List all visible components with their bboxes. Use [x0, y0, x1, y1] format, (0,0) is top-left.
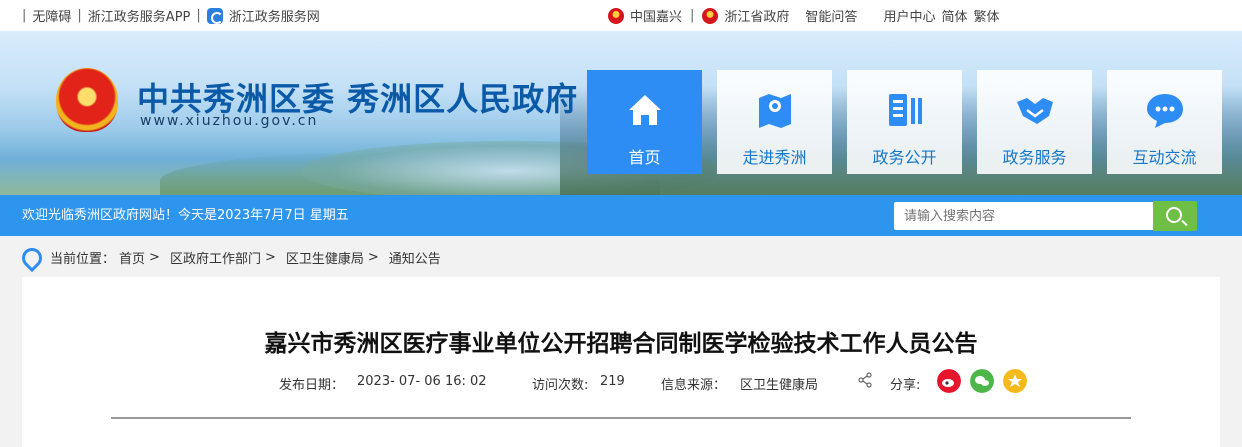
site-header: 中共秀洲区委 秀洲区人民政府 www.xiuzhou.gov.cn 首页 走进秀… — [0, 31, 1242, 195]
handshake-icon — [1017, 98, 1053, 124]
breadcrumb: 当前位置： 首页 > 区政府工作部门 > 区卫生健康局 > 通知公告 — [22, 244, 441, 270]
zj-gov-link[interactable]: 浙江省政府 — [724, 6, 789, 25]
article-title: 嘉兴市秀洲区医疗事业单位公开招聘合同制医学检验技术工作人员公告 — [264, 331, 978, 357]
map-icon — [759, 94, 791, 128]
breadcrumb-label: 当前位置： — [50, 251, 116, 267]
smart-qa-link[interactable]: 智能问答 — [805, 6, 857, 25]
search-input[interactable] — [894, 202, 1154, 230]
info-source: 区卫生健康局 — [740, 378, 819, 393]
divider: | — [77, 8, 82, 23]
search-icon — [1166, 207, 1182, 223]
qzone-icon[interactable] — [1003, 369, 1027, 393]
breadcrumb-health-bureau[interactable]: 区卫生健康局 — [286, 248, 364, 267]
visit-count: 219 — [600, 374, 625, 389]
share-icon[interactable] — [857, 372, 873, 388]
simplified-link[interactable]: 简体 — [941, 6, 967, 25]
nav-label: 首页 — [628, 148, 661, 167]
document-icon — [889, 94, 922, 126]
zj-app-link[interactable]: 浙江政务服务APP — [88, 6, 191, 25]
publish-date-label: 发布日期： — [279, 378, 345, 393]
user-center-link[interactable]: 用户中心 — [883, 6, 935, 25]
top-bar: | 无障碍 | 浙江政务服务APP | 浙江政务服务网 中国嘉兴 | 浙江省政府… — [0, 0, 1242, 31]
divider-line — [111, 417, 1131, 419]
share-label: 分享: — [890, 378, 921, 393]
chat-icon — [1147, 94, 1183, 128]
nav-gov-affairs-open[interactable]: 政务公开 — [847, 70, 962, 174]
nav-interaction[interactable]: 互动交流 — [1107, 70, 1222, 174]
welcome-text: 欢迎光临秀洲区政府网站！今天是2023年7月7日 星期五 — [22, 208, 349, 223]
article-card: 嘉兴市秀洲区医疗事业单位公开招聘合同制医学检验技术工作人员公告 发布日期： 20… — [22, 277, 1220, 447]
breadcrumb-notices[interactable]: 通知公告 — [389, 248, 441, 267]
top-bar-right: 中国嘉兴 | 浙江省政府 智能问答 用户中心 简体 繁体 — [608, 0, 999, 31]
wechat-icon[interactable] — [970, 369, 994, 393]
divider: | — [690, 8, 695, 23]
traditional-link[interactable]: 繁体 — [973, 6, 999, 25]
nav-label: 走进秀洲 — [742, 148, 807, 167]
search-button[interactable] — [1153, 201, 1197, 231]
publish-date: 2023- 07- 06 16: 02 — [357, 374, 487, 389]
divider: | — [196, 8, 201, 23]
welcome-bar: 欢迎光临秀洲区政府网站！今天是2023年7月7日 星期五 — [0, 195, 1242, 236]
accessibility-link[interactable]: 无障碍 — [32, 6, 71, 25]
breadcrumb-separator: > — [264, 249, 276, 265]
breadcrumb-separator: > — [367, 249, 379, 265]
zj-service-web-link[interactable]: 浙江政务服务网 — [229, 6, 320, 25]
nav-gov-services[interactable]: 政务服务 — [977, 70, 1092, 174]
nav-about-xiuzhou[interactable]: 走进秀洲 — [717, 70, 832, 174]
site-url: www.xiuzhou.gov.cn — [140, 113, 319, 129]
nav-home[interactable]: 首页 — [587, 70, 702, 174]
breadcrumb-separator: > — [149, 249, 160, 265]
emblem-icon — [702, 7, 719, 24]
divider: | — [22, 8, 27, 23]
source-label: 信息来源： — [661, 378, 727, 393]
zhejiang-service-icon — [206, 7, 223, 24]
nav-label: 政务公开 — [872, 148, 937, 167]
location-pin-icon — [22, 248, 36, 266]
nav-label: 政务服务 — [1002, 148, 1067, 167]
breadcrumb-home[interactable]: 首页 — [119, 248, 145, 267]
nav-label: 互动交流 — [1132, 148, 1197, 167]
breadcrumb-gov-departments[interactable]: 区政府工作部门 — [170, 248, 261, 267]
national-emblem-logo — [56, 68, 118, 132]
weibo-icon[interactable] — [937, 369, 961, 393]
china-jiaxing-link[interactable]: 中国嘉兴 — [630, 6, 682, 25]
top-bar-left: | 无障碍 | 浙江政务服务APP | 浙江政务服务网 — [22, 0, 320, 31]
emblem-icon — [608, 7, 624, 24]
visits-label: 访问次数: — [532, 378, 589, 393]
home-icon — [629, 95, 661, 125]
